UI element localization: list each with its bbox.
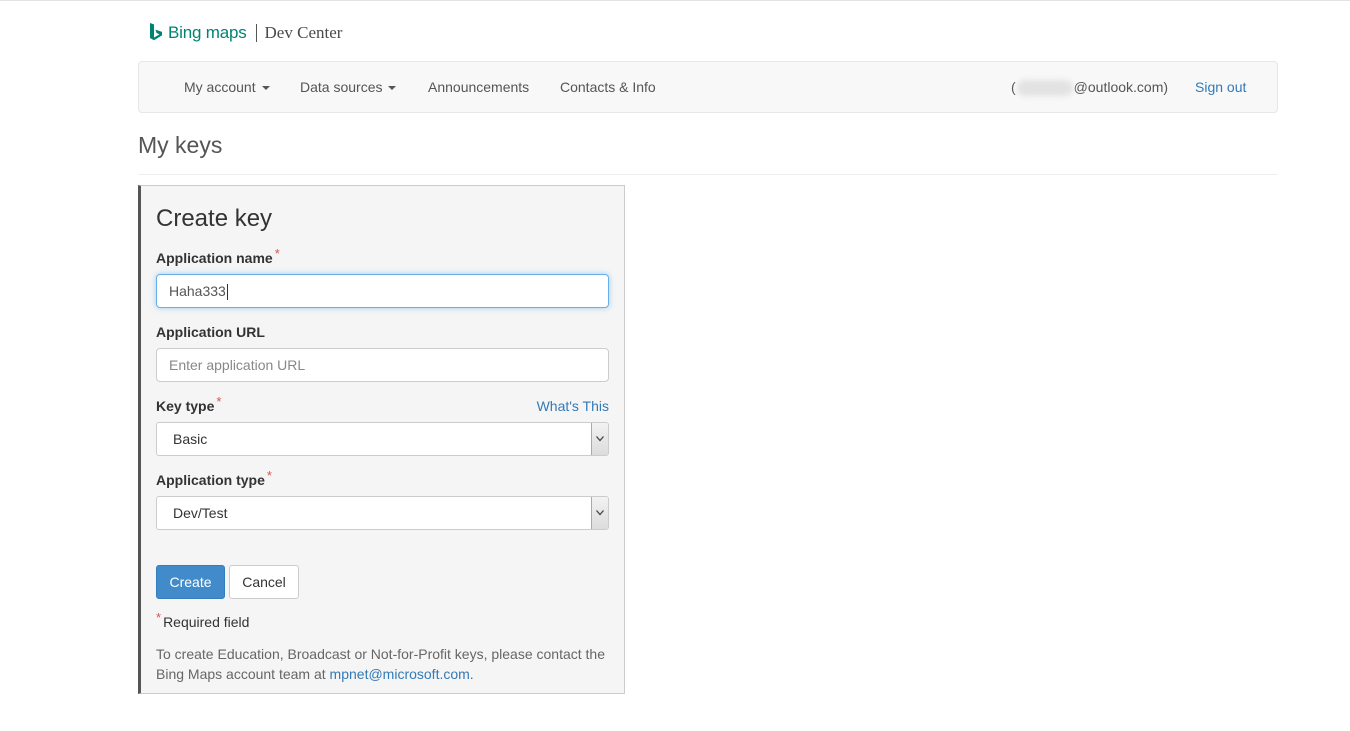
cancel-button[interactable]: Cancel: [229, 565, 299, 599]
required-asterisk: *: [266, 468, 272, 483]
contact-email-link[interactable]: mpnet@microsoft.com: [330, 666, 470, 682]
nav-data-sources[interactable]: Data sources: [300, 62, 397, 112]
sign-out-link[interactable]: Sign out: [1195, 62, 1246, 112]
create-key-title: Create key: [156, 205, 273, 232]
redacted-email: [1016, 80, 1073, 97]
text-cursor: [226, 284, 228, 301]
nav-contacts-info[interactable]: Contacts & Info: [560, 62, 656, 112]
account-email-prefix: (: [1011, 79, 1016, 95]
required-asterisk: *: [216, 394, 222, 409]
create-key-panel: Create key Application name * Haha333 App…: [138, 185, 625, 694]
application-url-input[interactable]: Enter application URL: [156, 348, 609, 382]
brand-section: Dev Center: [264, 23, 343, 42]
chevron-down-icon: [596, 510, 604, 516]
nav-data-sources-label: Data sources: [300, 79, 383, 95]
required-field-text: Required field: [163, 614, 250, 630]
key-type-label: Key type *: [156, 394, 221, 414]
required-asterisk: *: [156, 610, 162, 625]
application-url-label: Application URL: [156, 324, 265, 340]
nav-announcements-label: Announcements: [428, 79, 530, 95]
application-type-selected: Dev/Test: [173, 505, 228, 521]
brand-separator: [255, 24, 257, 42]
application-name-label: Application name *: [156, 246, 280, 266]
application-name-input[interactable]: Haha333: [156, 274, 609, 308]
help-text-end: .: [469, 666, 474, 682]
caret-down-icon: [388, 86, 397, 91]
application-name-value: Haha333: [169, 283, 226, 299]
application-type-label: Application type *: [156, 468, 272, 488]
help-text: To create Education, Broadcast or Not-fo…: [156, 644, 616, 684]
top-divider: [0, 0, 1350, 2]
bing-logo-icon: [150, 23, 162, 41]
required-asterisk: *: [274, 246, 280, 261]
account-email-suffix: @outlook.com): [1073, 79, 1169, 95]
brand-logo-link[interactable]: Bing maps Dev Center: [148, 20, 342, 46]
create-button[interactable]: Create: [156, 565, 225, 599]
page-divider: [138, 174, 1278, 175]
nav-my-account[interactable]: My account: [184, 62, 270, 112]
application-name-label-text: Application name: [156, 250, 273, 266]
application-type-label-text: Application type: [156, 472, 265, 488]
caret-down-icon: [261, 86, 270, 91]
key-type-selected: Basic: [173, 431, 208, 447]
nav-contacts-info-label: Contacts & Info: [560, 79, 656, 95]
brand-name: Bing maps: [168, 23, 247, 42]
application-url-placeholder: Enter application URL: [169, 357, 306, 373]
nav-my-account-label: My account: [184, 79, 256, 95]
whats-this-link[interactable]: What's This: [537, 398, 609, 414]
select-arrow-button[interactable]: [591, 423, 608, 455]
select-arrow-button[interactable]: [591, 497, 608, 529]
key-type-label-text: Key type: [156, 398, 215, 414]
application-type-select[interactable]: Dev/Test: [156, 496, 609, 530]
chevron-down-icon: [596, 436, 604, 442]
key-type-select[interactable]: Basic: [156, 422, 609, 456]
nav-announcements[interactable]: Announcements: [428, 62, 529, 112]
required-field-note: * Required field: [156, 610, 250, 630]
page-title: My keys: [138, 132, 223, 158]
top-navbar: My account Data sources Announcements Co…: [138, 61, 1278, 113]
account-email: ( @outlook.com): [1011, 62, 1168, 112]
